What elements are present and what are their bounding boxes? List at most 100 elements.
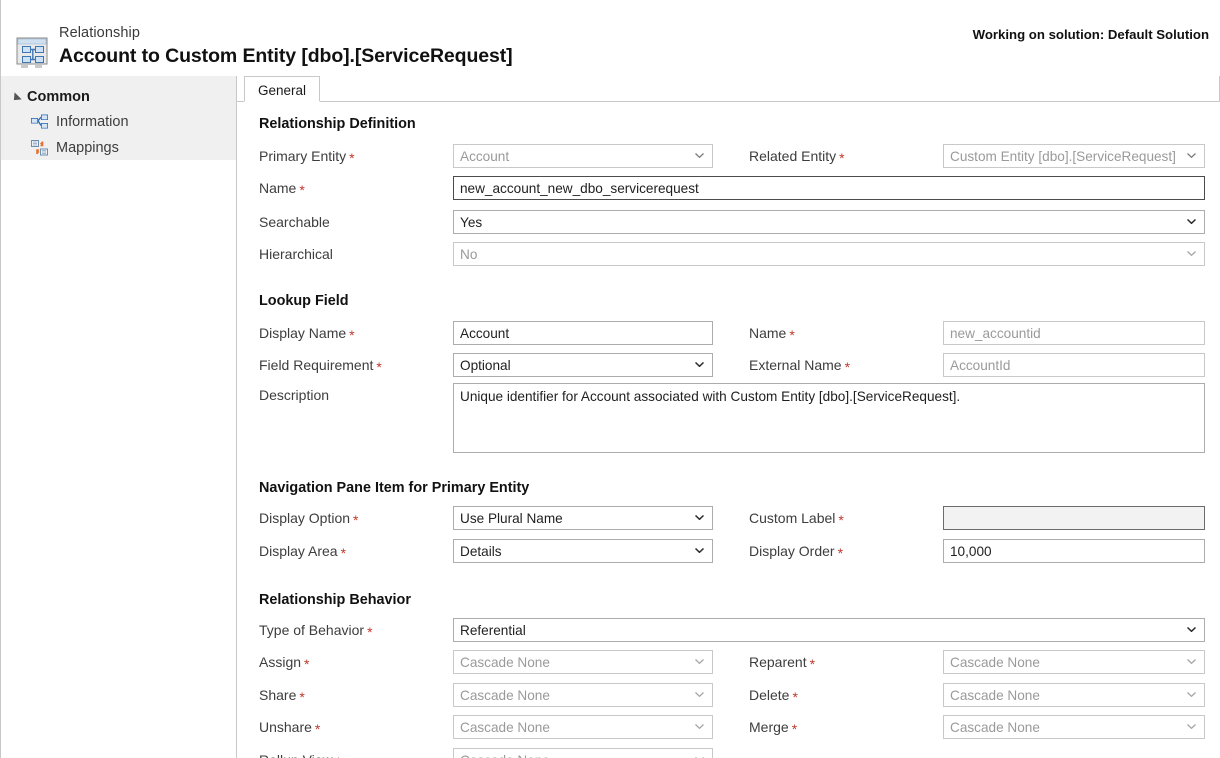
relationship-icon (14, 36, 52, 70)
share-select[interactable]: Cascade None (453, 683, 713, 707)
chevron-down-icon (1187, 659, 1196, 664)
chevron-down-icon (1187, 692, 1196, 697)
reparent-select[interactable]: Cascade None (943, 650, 1205, 674)
field-requirement-select[interactable]: Optional (453, 353, 713, 377)
label-unshare: Unshare * (259, 719, 321, 737)
required-marker: * (314, 721, 321, 737)
chevron-down-icon (1187, 251, 1196, 256)
sidebar: Common Information Mappings (1, 76, 236, 160)
chevron-down-icon (695, 659, 704, 664)
header-titles: Relationship Account to Custom Entity [d… (59, 25, 513, 68)
required-marker: * (809, 656, 816, 672)
chevron-down-icon (695, 362, 704, 367)
required-marker: * (376, 359, 382, 375)
chevron-expanded-icon (10, 92, 22, 104)
chevron-down-icon (695, 724, 704, 729)
section-title-relationship-definition: Relationship Definition (259, 116, 416, 132)
sidebar-group-label: Common (27, 89, 90, 105)
related-entity-select[interactable]: Custom Entity [dbo].[ServiceRequest] (943, 144, 1205, 168)
relationship-icon (31, 114, 49, 130)
label-reparent: Reparent * (749, 654, 816, 672)
sidebar-filler (1, 160, 236, 758)
display-order-input[interactable]: 10,000 (943, 539, 1205, 563)
required-marker: * (844, 359, 851, 375)
label-primary-entity: Primary Entity * (259, 148, 355, 166)
header-entity-kind: Relationship (59, 25, 140, 41)
label-lookup-name: Name * (749, 325, 795, 343)
label-delete: Delete * (749, 687, 798, 705)
tab-strip: General (237, 76, 1220, 102)
chevron-down-icon (695, 548, 704, 553)
section-title-navigation-pane: Navigation Pane Item for Primary Entity (259, 480, 530, 496)
label-share: Share * (259, 687, 305, 705)
required-marker: * (791, 721, 798, 737)
form-body: Relationship Definition Primary Entity * … (237, 102, 1220, 758)
sidebar-item-label: Mappings (56, 140, 119, 156)
label-name: Name * (259, 180, 305, 198)
display-option-select[interactable]: Use Plural Name (453, 506, 713, 530)
required-marker: * (340, 545, 347, 561)
label-display-area: Display Area * (259, 543, 347, 561)
unshare-select[interactable]: Cascade None (453, 715, 713, 739)
lookup-display-name-input[interactable]: Account (453, 321, 713, 345)
chevron-down-icon (695, 692, 704, 697)
required-marker: * (837, 545, 844, 561)
display-area-select[interactable]: Details (453, 539, 713, 563)
tab-general[interactable]: General (244, 76, 321, 102)
label-display-order: Display Order * (749, 543, 844, 561)
label-display-name: Display Name * (259, 325, 355, 343)
section-title-lookup-field: Lookup Field (259, 293, 349, 309)
page-title: Account to Custom Entity [dbo].[ServiceR… (59, 45, 513, 67)
required-marker: * (839, 150, 845, 166)
required-marker: * (367, 624, 373, 640)
label-related-entity: Related Entity * (749, 148, 845, 166)
required-marker: * (838, 512, 844, 528)
type-of-behavior-select[interactable]: Referential (453, 618, 1205, 642)
mappings-icon (31, 140, 49, 156)
working-solution-label: Working on solution: Default Solution (972, 27, 1209, 42)
label-external-name: External Name * (749, 357, 851, 375)
sidebar-item-label: Information (56, 114, 129, 130)
required-marker: * (792, 689, 798, 705)
label-display-option: Display Option * (259, 510, 359, 528)
relationship-editor-window: Relationship Account to Custom Entity [d… (0, 0, 1220, 758)
label-hierarchical: Hierarchical (259, 246, 333, 262)
external-name-input[interactable]: AccountId (943, 353, 1205, 377)
assign-select[interactable]: Cascade None (453, 650, 713, 674)
required-marker: * (789, 327, 795, 343)
label-custom-label: Custom Label * (749, 510, 844, 528)
required-marker: * (353, 512, 359, 528)
label-field-requirement: Field Requirement * (259, 357, 382, 375)
chevron-down-icon (695, 153, 704, 158)
sidebar-item-information[interactable]: Information (31, 113, 129, 131)
sidebar-group-common[interactable]: Common (10, 89, 90, 105)
required-marker: * (304, 656, 310, 672)
chevron-down-icon (1187, 627, 1196, 632)
rollup-view-select[interactable]: Cascade None (453, 748, 713, 758)
hierarchical-select[interactable]: No (453, 242, 1205, 266)
label-description: Description (259, 387, 330, 403)
custom-label-input[interactable] (943, 506, 1205, 530)
label-searchable: Searchable (259, 214, 330, 230)
label-rollup-view: Rollup View* (259, 751, 341, 758)
primary-entity-select[interactable]: Account (453, 144, 713, 168)
section-title-relationship-behavior: Relationship Behavior (259, 592, 411, 608)
required-marker: * (299, 182, 305, 198)
chevron-down-icon (695, 515, 704, 520)
description-textarea[interactable]: Unique identifier for Account associated… (453, 383, 1205, 453)
required-marker: * (336, 754, 341, 758)
sidebar-item-mappings[interactable]: Mappings (31, 139, 119, 157)
chevron-down-icon (1187, 153, 1196, 158)
required-marker: * (299, 689, 305, 705)
chevron-down-icon (1187, 724, 1196, 729)
label-assign: Assign * (259, 654, 310, 672)
delete-select[interactable]: Cascade None (943, 683, 1205, 707)
label-merge: Merge * (749, 719, 798, 737)
required-marker: * (349, 327, 355, 343)
lookup-name-input[interactable]: new_accountid (943, 321, 1205, 345)
relationship-name-input[interactable]: new_account_new_dbo_servicerequest (453, 176, 1205, 200)
searchable-select[interactable]: Yes (453, 210, 1205, 234)
merge-select[interactable]: Cascade None (943, 715, 1205, 739)
chevron-down-icon (1187, 219, 1196, 224)
required-marker: * (349, 150, 355, 166)
